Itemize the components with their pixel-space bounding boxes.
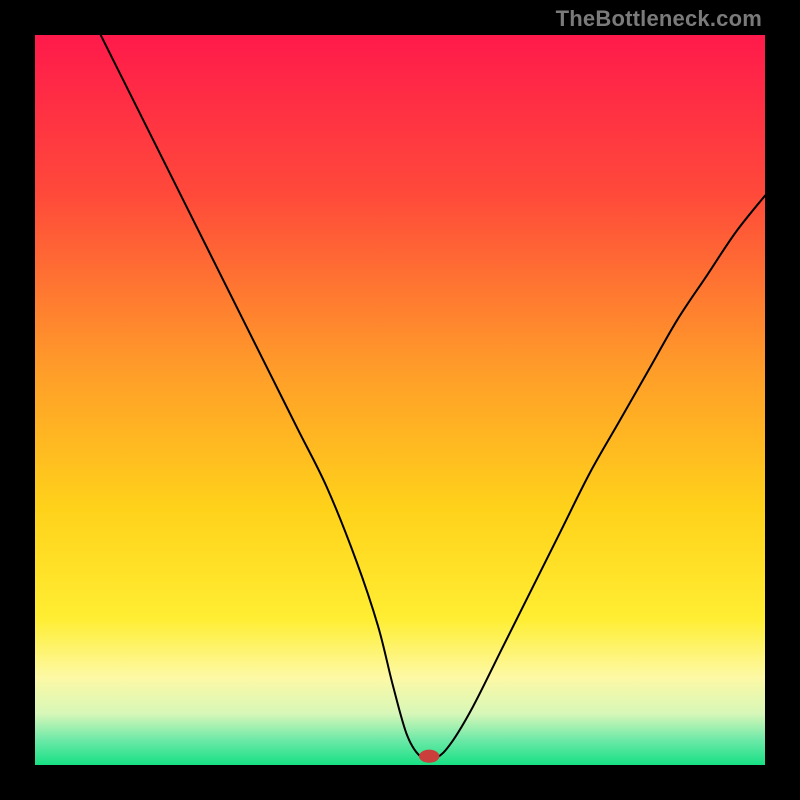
chart-frame: TheBottleneck.com [0,0,800,800]
watermark-text: TheBottleneck.com [556,6,762,32]
plot-area [35,35,765,765]
gradient-background [35,35,765,765]
optimal-marker [419,750,439,763]
chart-svg [35,35,765,765]
